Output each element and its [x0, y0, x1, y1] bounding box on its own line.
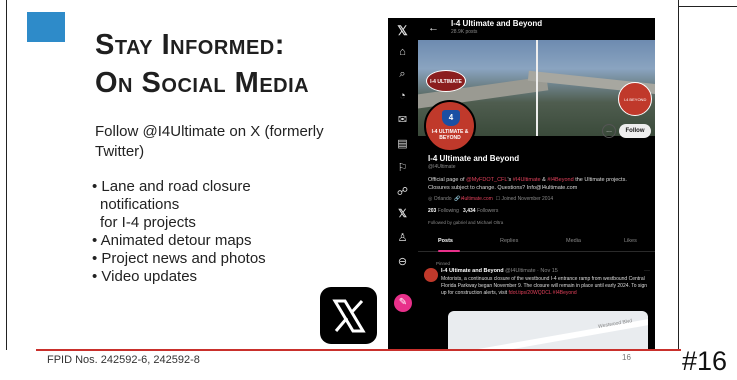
post-header: I-4 Ultimate and Beyond @I4Ultimate · No… — [441, 268, 558, 274]
location: ◎ Orlando — [428, 196, 452, 202]
bullet-item: • Lane and road closure — [92, 178, 251, 195]
website-link[interactable]: i4ultimate.com — [461, 196, 493, 202]
banner-divider — [536, 40, 538, 136]
title-line-1: Stay Informed: — [95, 29, 285, 61]
post-text: Motorists, a continuous closure of the w… — [441, 276, 651, 297]
tab-likes[interactable]: Likes — [624, 238, 637, 244]
home-icon[interactable]: ⌂ — [396, 46, 409, 59]
banner-logo: I-4 BEYOND — [618, 82, 652, 116]
followed-by: Followed by gabriel and Michael Oltra — [428, 220, 504, 225]
bio-text: Official page of — [428, 177, 467, 183]
follow-instructions: Follow @I4Ultimate on X (formerly Twitte… — [95, 123, 324, 160]
premium-icon[interactable]: 𝕏 — [396, 208, 409, 221]
tab-posts[interactable]: Posts — [438, 238, 453, 244]
bullet-item: for I-4 projects — [100, 214, 196, 231]
following-count[interactable]: 203 — [428, 208, 436, 214]
followers-count[interactable]: 3,434 — [463, 208, 476, 214]
post-meta: @I4Ultimate · Nov 15 — [503, 268, 558, 274]
header-post-count: 28.9K posts — [451, 29, 478, 35]
footer-divider — [36, 349, 681, 351]
followers-label: Followers — [476, 208, 499, 214]
following-label: Following — [437, 208, 459, 214]
bio-link[interactable]: #I4Ultimate — [513, 177, 541, 183]
profile-tabs: Posts Replies Media Likes — [418, 234, 655, 252]
profile-icon[interactable]: ♙ — [396, 232, 409, 245]
lists-icon[interactable]: ▤ — [396, 138, 409, 151]
active-tab-indicator — [438, 250, 460, 252]
slide-border-top-right — [678, 6, 737, 7]
post-more-button[interactable]: ··· — [644, 268, 650, 274]
notifications-icon[interactable]: ◔ — [396, 90, 409, 103]
post-map-image[interactable]: Westwood Blvd — [448, 311, 648, 349]
slide-number-label: #16 — [682, 346, 728, 376]
back-arrow-icon[interactable]: ← — [428, 22, 439, 34]
slide-title: Stay Informed: On Social Media — [95, 26, 309, 102]
bullet-item: • Video updates — [92, 268, 198, 285]
slide-border-left — [6, 0, 7, 350]
profile-handle: @I4Ultimate — [428, 164, 456, 170]
follow-button[interactable]: Follow — [619, 124, 651, 138]
x-logo-icon — [320, 287, 377, 344]
title-line-2: On Social Media — [95, 67, 310, 99]
messages-icon[interactable]: ✉ — [396, 114, 409, 127]
profile-meta: ◎ Orlando 🔗i4ultimate.com ☐ Joined Novem… — [428, 196, 553, 202]
bullet-item: • Project news and photos — [92, 250, 266, 267]
compose-post-button[interactable]: ✎ — [394, 294, 412, 312]
post-link[interactable]: fdot.tips/20WQDCL #I4Beyond — [509, 290, 577, 296]
interstate-shield-icon: 4 — [442, 110, 460, 126]
search-icon[interactable]: ⌕ — [396, 68, 409, 81]
bookmarks-icon[interactable]: ⚐ — [396, 162, 409, 175]
follow-counts: 203 Following 3,434 Followers — [428, 208, 498, 214]
more-icon[interactable]: ⊖ — [396, 256, 409, 269]
more-options-button[interactable]: ... — [602, 124, 616, 138]
x-logo-icon[interactable]: 𝕏 — [396, 24, 409, 37]
bio-link[interactable]: @MyFDOT_CFL — [466, 177, 507, 183]
profile-display-name: I-4 Ultimate and Beyond — [428, 154, 520, 163]
pinned-label: Pinned — [436, 261, 451, 266]
communities-icon[interactable]: ☍ — [396, 186, 409, 199]
bullet-list: • Lane and road closure notifications fo… — [92, 178, 266, 286]
slide-border-right — [678, 0, 679, 350]
x-logo-glyph — [331, 299, 366, 332]
nav-rail: 𝕏 ⌂ ⌕ ◔ ✉ ▤ ⚐ ☍ 𝕏 ♙ ⊖ ✎ — [388, 18, 418, 349]
joined-date: ☐ Joined November 2014 — [495, 196, 554, 202]
footer-fpid: FPID Nos. 242592-6, 242592-8 — [47, 354, 200, 366]
profile-bio: Official page of @MyFDOT_CFL's #I4Ultima… — [428, 176, 648, 192]
footer-page-number: 16 — [622, 353, 631, 362]
post-avatar[interactable] — [424, 268, 438, 282]
accent-square — [27, 12, 65, 42]
x-profile-screenshot: 𝕏 ⌂ ⌕ ◔ ✉ ▤ ⚐ ☍ 𝕏 ♙ ⊖ ✎ ← I-4 Ultimate a… — [388, 18, 655, 349]
avatar-text: I-4 ULTIMATE & BEYOND — [431, 129, 469, 141]
profile-avatar[interactable]: 4 I-4 ULTIMATE & BEYOND — [424, 100, 476, 152]
header-account-name: I-4 Ultimate and Beyond — [451, 19, 543, 28]
tab-replies[interactable]: Replies — [500, 238, 518, 244]
bullet-item: notifications — [100, 196, 180, 213]
tab-media[interactable]: Media — [566, 238, 581, 244]
bio-link[interactable]: #I4Beyond — [547, 177, 573, 183]
post-author[interactable]: I-4 Ultimate and Beyond — [441, 268, 504, 274]
banner-logo: I-4 ULTIMATE — [426, 70, 466, 92]
bullet-item: • Animated detour maps — [92, 232, 252, 249]
profile-header-bar: ← I-4 Ultimate and Beyond 28.9K posts — [418, 18, 655, 40]
